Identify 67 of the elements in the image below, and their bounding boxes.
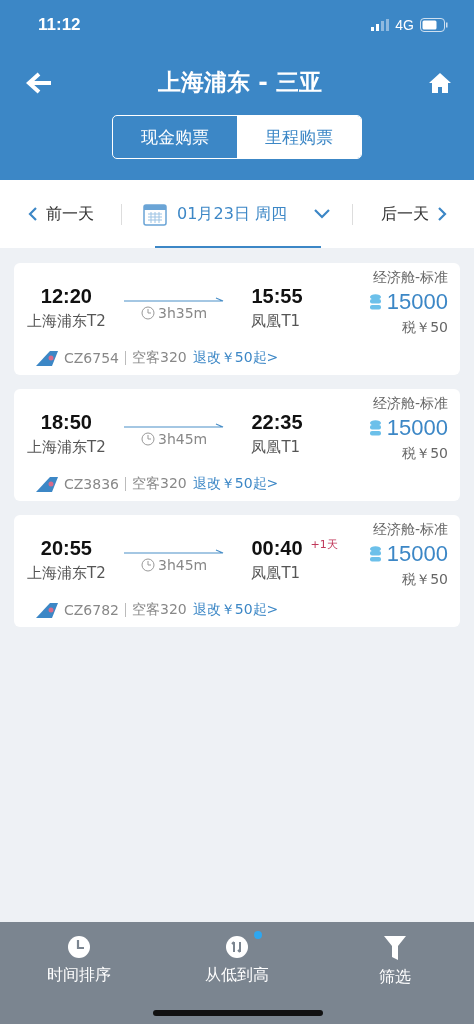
coins-icon bbox=[369, 420, 381, 436]
miles-price: 15000 bbox=[386, 415, 448, 441]
departure-airport: 上海浦东T2 bbox=[27, 312, 106, 331]
arrival-airport: 凤凰T1 bbox=[251, 564, 301, 583]
signal-icon bbox=[371, 19, 390, 31]
departure-time: 18:50 bbox=[40, 411, 92, 434]
clock-icon bbox=[141, 306, 155, 320]
sort-option-button[interactable]: 时间排序 bbox=[24, 934, 134, 1024]
aircraft-type: 空客320 bbox=[132, 601, 187, 619]
arrival-time: 00:40 bbox=[251, 537, 303, 560]
arrival-airport: 凤凰T1 bbox=[251, 438, 301, 457]
next-day-label: +1天 bbox=[310, 537, 338, 552]
refund-link[interactable]: 退改￥50起> bbox=[192, 601, 279, 619]
filter-icon bbox=[383, 935, 407, 961]
home-icon[interactable] bbox=[428, 71, 452, 94]
chevron-left-icon bbox=[27, 206, 38, 222]
chevron-right-icon bbox=[436, 206, 447, 222]
departure-airport: 上海浦东T2 bbox=[27, 438, 106, 457]
refund-link[interactable]: 退改￥50起> bbox=[192, 475, 279, 493]
flight-number: CZ6782 bbox=[64, 602, 119, 618]
arrival-time: 22:35 bbox=[251, 411, 303, 434]
tax-amount: 税￥50 bbox=[402, 445, 448, 463]
airline-tail-icon bbox=[36, 602, 58, 618]
flight-duration: 3h45m bbox=[158, 557, 208, 573]
prev-day-button[interactable]: 前一天 bbox=[0, 203, 122, 225]
back-icon[interactable] bbox=[26, 71, 52, 94]
next-day-button[interactable]: 后一天 bbox=[352, 203, 474, 225]
flight-duration: 3h35m bbox=[158, 305, 208, 321]
tax-amount: 税￥50 bbox=[402, 571, 448, 589]
status-time: 11:12 bbox=[38, 15, 81, 35]
flight-number: CZ3836 bbox=[64, 476, 119, 492]
chevron-down-icon[interactable] bbox=[312, 208, 331, 220]
arrival-airport: 凤凰T1 bbox=[251, 312, 301, 331]
cabin-class: 经济舱-标准 bbox=[372, 395, 448, 413]
clock-icon bbox=[141, 558, 155, 572]
aircraft-type: 空客320 bbox=[132, 475, 187, 493]
clock-icon bbox=[67, 935, 91, 959]
arrival-time: 15:55 bbox=[251, 285, 303, 308]
battery-icon bbox=[420, 18, 448, 32]
tab[interactable]: 里程购票 bbox=[237, 116, 361, 158]
aircraft-type: 空客320 bbox=[132, 349, 187, 367]
flight-card[interactable]: 20:55 上海浦东T2 3h45m 00:40 +1天 凤凰T1 经济舱-标准 15000 税￥50 CZ6782 空客320 退改￥50起> bbox=[14, 515, 460, 627]
cabin-class: 经济舱-标准 bbox=[372, 269, 448, 287]
coins-icon bbox=[369, 546, 381, 562]
airline-tail-icon bbox=[36, 350, 58, 366]
departure-airport: 上海浦东T2 bbox=[27, 564, 106, 583]
network-label: 4G bbox=[395, 17, 414, 33]
sort-option-button[interactable]: 筛选 bbox=[340, 934, 450, 1024]
airline-tail-icon bbox=[36, 476, 58, 492]
tax-amount: 税￥50 bbox=[402, 319, 448, 337]
date-selector[interactable]: 01月23日 周四 bbox=[177, 203, 287, 225]
departure-time: 20:55 bbox=[40, 537, 92, 560]
departure-time: 12:20 bbox=[40, 285, 92, 308]
miles-price: 15000 bbox=[386, 289, 448, 315]
coins-icon bbox=[369, 294, 381, 310]
route-title: 上海浦东 - 三亚 bbox=[158, 68, 322, 97]
miles-price: 15000 bbox=[386, 541, 448, 567]
cabin-class: 经济舱-标准 bbox=[372, 521, 448, 539]
clock-icon bbox=[141, 432, 155, 446]
flight-card[interactable]: 18:50 上海浦东T2 3h45m 22:35 凤凰T1 经济舱-标准 15000 税￥50 CZ3836 空客320 退改￥50起> bbox=[14, 389, 460, 501]
refund-link[interactable]: 退改￥50起> bbox=[192, 349, 279, 367]
tab[interactable]: 现金购票 bbox=[113, 116, 237, 158]
calendar-icon bbox=[143, 202, 168, 226]
sort-icon bbox=[225, 935, 249, 959]
flight-number: CZ6754 bbox=[64, 350, 119, 366]
flight-duration: 3h45m bbox=[158, 431, 208, 447]
flight-card[interactable]: 12:20 上海浦东T2 3h35m 15:55 凤凰T1 经济舱-标准 15000 税￥50 CZ6754 空客320 退改￥50起> bbox=[14, 263, 460, 375]
